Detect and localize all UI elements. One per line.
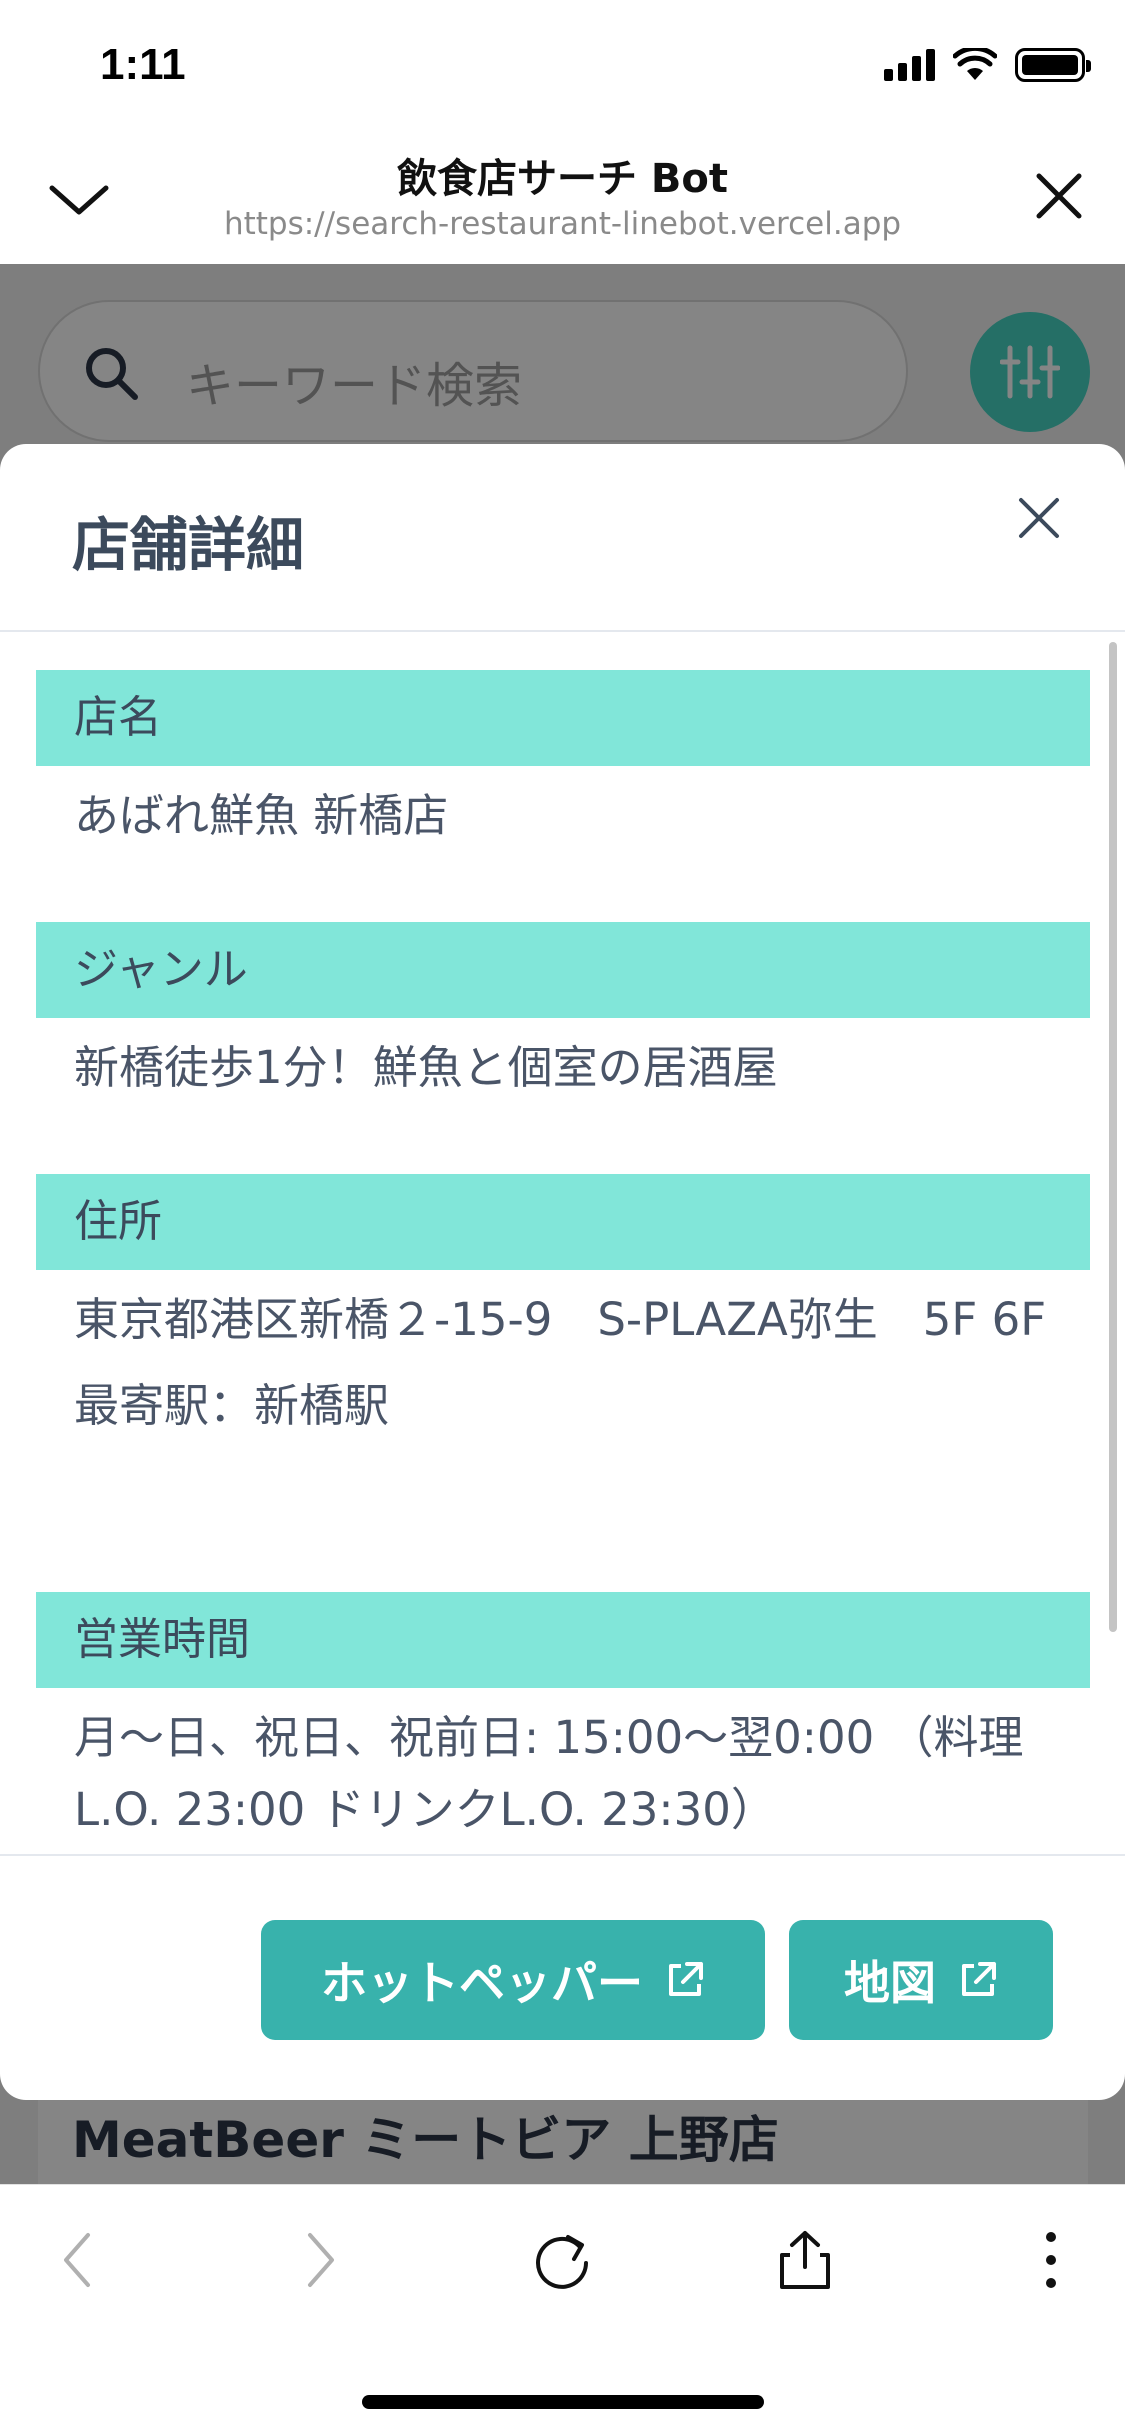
section-label: 住所	[36, 1174, 1090, 1270]
section-value: 新橋徒歩1分！鮮魚と個室の居酒屋	[74, 1041, 778, 1094]
section-value: 東京都港区新橋２-15-9 S-PLAZA弥生 5F 6F	[74, 1293, 1047, 1346]
section-value-station: 最寄駅：新橋駅	[74, 1379, 390, 1432]
close-icon[interactable]	[1029, 166, 1089, 226]
share-icon[interactable]	[770, 2225, 840, 2295]
section-value: 月～日、祝日、祝前日: 15:00～翌0:00 （料理L.O. 23:00 ドリ…	[74, 1711, 1024, 1836]
modal-body[interactable]: 店名 あばれ鮮魚 新橋店 ジャンル 新橋徒歩1分！鮮魚と個室の居酒屋 住所 東京…	[0, 634, 1125, 1852]
modal-header: 店舗詳細	[0, 444, 1125, 632]
section-name: 店名 あばれ鮮魚 新橋店	[36, 670, 1090, 852]
reload-icon[interactable]	[528, 2225, 598, 2295]
status-icons	[884, 48, 1091, 82]
section-value: あばれ鮮魚 新橋店	[74, 789, 449, 842]
scrollbar[interactable]	[1109, 642, 1117, 1632]
store-detail-modal: 店舗詳細 店名 あばれ鮮魚 新橋店 ジャンル 新橋徒歩1分！鮮魚と個室の居酒屋 …	[0, 444, 1125, 2100]
browser-header: 飲食店サーチ Bot https://search-restaurant-lin…	[0, 130, 1125, 264]
map-button-label: 地図	[844, 1956, 936, 2010]
section-label: 店名	[36, 670, 1090, 766]
section-hours: 営業時間 月～日、祝日、祝前日: 15:00～翌0:00 （料理L.O. 23:…	[36, 1592, 1090, 1846]
section-label: 営業時間	[36, 1592, 1090, 1688]
external-link-icon	[669, 1962, 703, 1996]
wifi-icon	[953, 48, 997, 80]
status-bar: 1:11	[0, 0, 1125, 130]
modal-title: 店舗詳細	[72, 511, 305, 579]
hotpepper-button-label: ホットペッパー	[321, 1956, 643, 2010]
external-link-icon	[962, 1962, 996, 1996]
back-icon[interactable]	[44, 2225, 114, 2295]
browser-title: 飲食店サーチ Bot	[396, 156, 728, 202]
map-button[interactable]: 地図	[789, 1920, 1053, 2040]
section-label: ジャンル	[36, 922, 1090, 1018]
section-address: 住所 東京都港区新橋２-15-9 S-PLAZA弥生 5F 6F 最寄駅：新橋駅	[36, 1174, 1090, 1442]
home-indicator	[362, 2395, 764, 2409]
forward-icon[interactable]	[284, 2225, 354, 2295]
cellular-signal-icon	[884, 49, 935, 81]
modal-footer: ホットペッパー 地図	[0, 1854, 1125, 2100]
status-time: 1:11	[100, 40, 186, 89]
battery-icon	[1015, 48, 1091, 82]
browser-url: https://search-restaurant-linebot.vercel…	[223, 206, 902, 242]
hotpepper-button[interactable]: ホットペッパー	[261, 1920, 765, 2040]
more-options-icon[interactable]	[1016, 2225, 1086, 2295]
modal-close-icon[interactable]	[1015, 494, 1063, 542]
section-genre: ジャンル 新橋徒歩1分！鮮魚と個室の居酒屋	[36, 922, 1090, 1104]
